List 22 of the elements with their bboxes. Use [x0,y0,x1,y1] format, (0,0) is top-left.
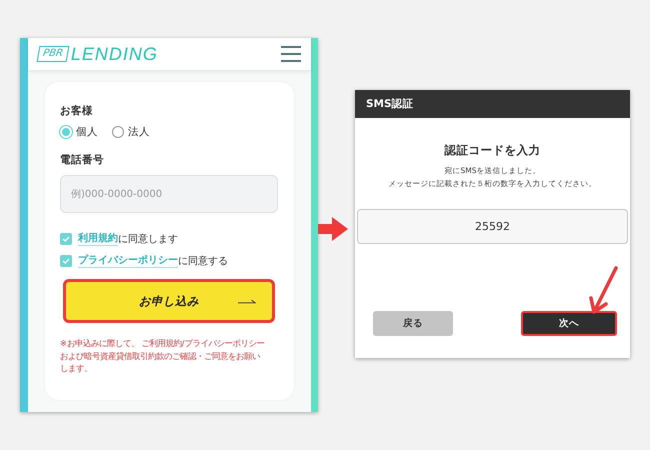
apply-button[interactable]: お申し込み [63,279,275,323]
logo-text: LENDING [70,44,158,64]
agreement-text: に同意します [118,232,178,246]
notice-text: ※お申込みに際して、 ご利用規約/プライバシーポリシーおよび暗号資産貸借取引約款のご確認・ご同意をお願いします。 [60,337,266,374]
radio-button[interactable] [112,126,124,138]
arrow-icon [318,217,348,241]
field-label: 電話番号 [60,153,105,167]
dialog-heading: 認証コードを入力 [444,143,540,158]
arrow-icon [589,266,619,316]
phone-input-field[interactable]: 例)000-0000-0000 [60,175,278,213]
agreement-text: に同意する [178,254,228,268]
dialog-title: SMS認証 [366,97,414,111]
logo-badge: PBR [36,46,70,62]
radio-label[interactable]: 個人 [76,125,98,139]
menu-icon[interactable] [281,46,301,62]
code-input-field[interactable]: 25592 [357,209,628,244]
field-label: お客様 [60,104,94,118]
back-button[interactable]: 戻る [373,311,453,336]
checkbox[interactable] [60,254,72,266]
next-button[interactable]: 次へ [521,311,617,336]
checkbox[interactable] [60,232,72,244]
radio-label[interactable]: 法人 [128,125,150,139]
